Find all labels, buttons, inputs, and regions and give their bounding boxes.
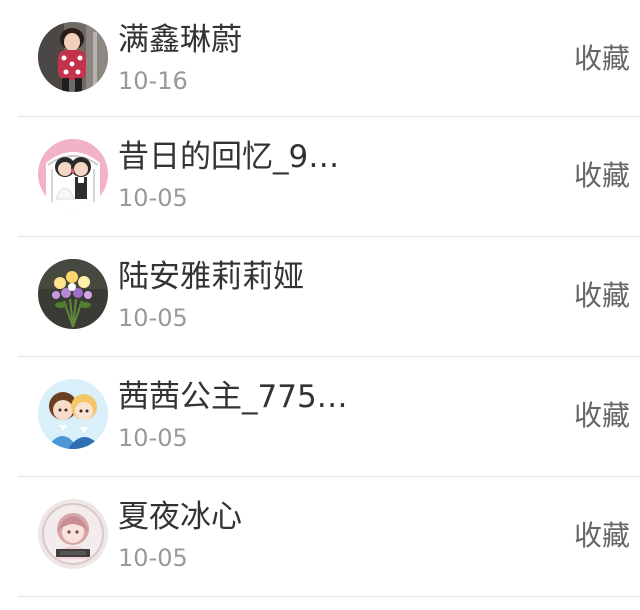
girl-photo-avatar-icon[interactable] [38, 22, 108, 92]
date-label: 10-05 [118, 544, 188, 572]
date-label: 10-05 [118, 304, 188, 332]
username: 茜茜公主_775… [118, 379, 348, 415]
favorite-button[interactable]: 收藏 [574, 157, 630, 195]
date-label: 10-05 [118, 184, 188, 212]
username: 陆安雅莉莉娅 [118, 259, 304, 295]
favorite-button[interactable]: 收藏 [574, 517, 630, 555]
anime-boys-avatar-icon[interactable] [38, 379, 108, 449]
favorites-list: 满鑫琳蔚 10-16 收藏 昔日的回忆_9… 10-05 收藏 陆安雅莉莉娅 1… [0, 0, 640, 597]
username: 满鑫琳蔚 [118, 22, 242, 58]
favorite-button[interactable]: 收藏 [574, 277, 630, 315]
list-item[interactable]: 陆安雅莉莉娅 10-05 收藏 [0, 237, 640, 357]
list-item[interactable]: 满鑫琳蔚 10-16 收藏 [0, 0, 640, 117]
date-label: 10-05 [118, 424, 188, 452]
username: 夏夜冰心 [118, 499, 242, 535]
username: 昔日的回忆_9… [118, 139, 340, 175]
favorite-button[interactable]: 收藏 [574, 40, 630, 78]
favorite-button[interactable]: 收藏 [574, 397, 630, 435]
anime-girl-avatar-icon[interactable] [38, 499, 108, 569]
list-item[interactable]: 夏夜冰心 10-05 收藏 [0, 477, 640, 597]
list-item[interactable]: 茜茜公主_775… 10-05 收藏 [0, 357, 640, 477]
flower-bouquet-avatar-icon[interactable] [38, 259, 108, 329]
cartoon-couple-avatar-icon[interactable] [38, 139, 108, 209]
list-item[interactable]: 昔日的回忆_9… 10-05 收藏 [0, 117, 640, 237]
date-label: 10-16 [118, 67, 188, 95]
